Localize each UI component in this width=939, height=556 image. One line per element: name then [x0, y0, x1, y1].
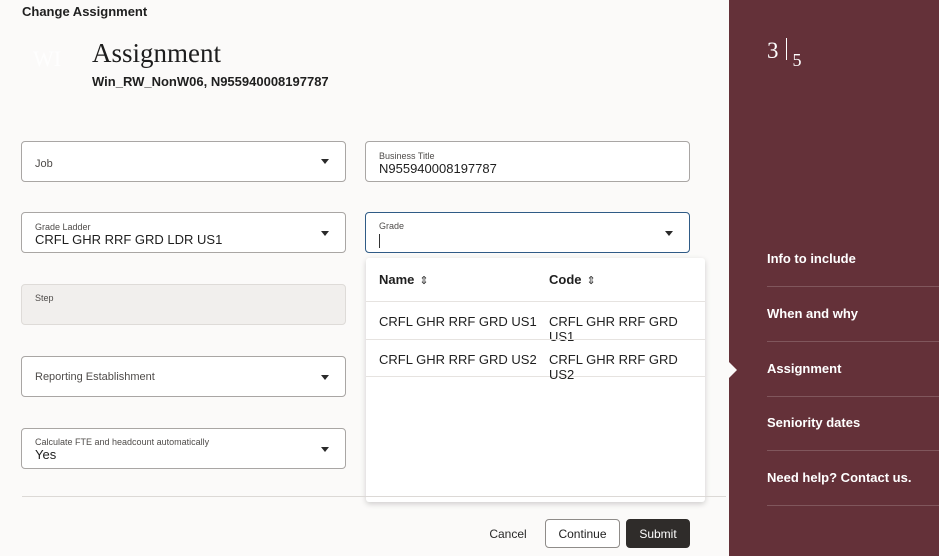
calculate-fte-label: Calculate FTE and headcount automaticall… [35, 437, 210, 447]
grade-ladder-value: CRFL GHR RRF GRD LDR US1 [35, 232, 223, 247]
submit-button[interactable]: Submit [626, 519, 690, 548]
chevron-down-icon [321, 159, 329, 164]
continue-button[interactable]: Continue [545, 519, 620, 548]
side-nav-item-when-why[interactable]: When and why [767, 288, 939, 342]
calculate-fte-select[interactable]: Calculate FTE and headcount automaticall… [21, 428, 346, 469]
grade-option-name: CRFL GHR RRF GRD US1 [379, 314, 537, 329]
reporting-establishment-select[interactable]: Reporting Establishment [21, 356, 346, 397]
business-title-label: Business Title [379, 151, 435, 161]
page-header-label: Change Assignment [22, 4, 148, 19]
reporting-establishment-label: Reporting Establishment [35, 371, 155, 383]
step-current: 3 [767, 38, 779, 63]
calculate-fte-value: Yes [35, 447, 57, 462]
sort-updown-icon: ⇕ [419, 275, 429, 287]
grade-ladder-label: Grade Ladder [35, 222, 91, 232]
job-select[interactable]: Job [21, 141, 346, 182]
side-nav-item-assignment[interactable]: Assignment [767, 343, 939, 397]
column-header-code[interactable]: Code ⇕ [549, 272, 596, 287]
grade-label: Grade [379, 221, 405, 231]
step-counter: 35 [767, 38, 802, 70]
grade-option[interactable]: CRFL GHR RRF GRD US2 CRFL GHR RRF GRD US… [366, 339, 705, 382]
cancel-button[interactable]: Cancel [480, 519, 536, 548]
chevron-down-icon [321, 231, 329, 236]
side-nav-item-info[interactable]: Info to include [767, 233, 939, 287]
sort-updown-icon: ⇕ [586, 275, 596, 287]
grade-select[interactable]: Grade [365, 212, 690, 253]
chevron-down-icon [321, 375, 329, 380]
step-field: Step [21, 284, 346, 325]
page-subtitle: Win_RW_NonW06, N955940008197787 [92, 74, 329, 89]
avatar: WI [33, 46, 62, 71]
grade-option-name: CRFL GHR RRF GRD US2 [379, 352, 537, 367]
business-title-input[interactable]: Business Title N955940008197787 [365, 141, 690, 182]
side-nav-item-help[interactable]: Need help? Contact us. [767, 452, 939, 506]
active-step-pointer [729, 362, 737, 378]
column-header-name[interactable]: Name ⇕ [379, 272, 429, 287]
business-title-value: N955940008197787 [379, 161, 497, 176]
job-label: Job [35, 158, 53, 170]
page-title: Assignment [92, 38, 222, 68]
side-nav-item-seniority[interactable]: Seniority dates [767, 397, 939, 451]
grade-option-code: CRFL GHR RRF GRD US2 [549, 352, 678, 382]
chevron-down-icon [321, 447, 329, 452]
text-cursor [379, 234, 380, 248]
step-label: Step [35, 293, 54, 303]
step-total: 5 [792, 50, 802, 70]
grade-option[interactable]: CRFL GHR RRF GRD US1 CRFL GHR RRF GRD US… [366, 301, 705, 344]
footer-divider [22, 496, 726, 497]
grade-dropdown: Name ⇕ Code ⇕ CRFL GHR RRF GRD US1 CRFL GH… [366, 258, 705, 502]
main-panel: Change Assignment WI Assignment Win_RW_N… [0, 0, 729, 556]
chevron-down-icon [665, 231, 673, 236]
grade-ladder-select[interactable]: Grade Ladder CRFL GHR RRF GRD LDR US1 [21, 212, 346, 253]
